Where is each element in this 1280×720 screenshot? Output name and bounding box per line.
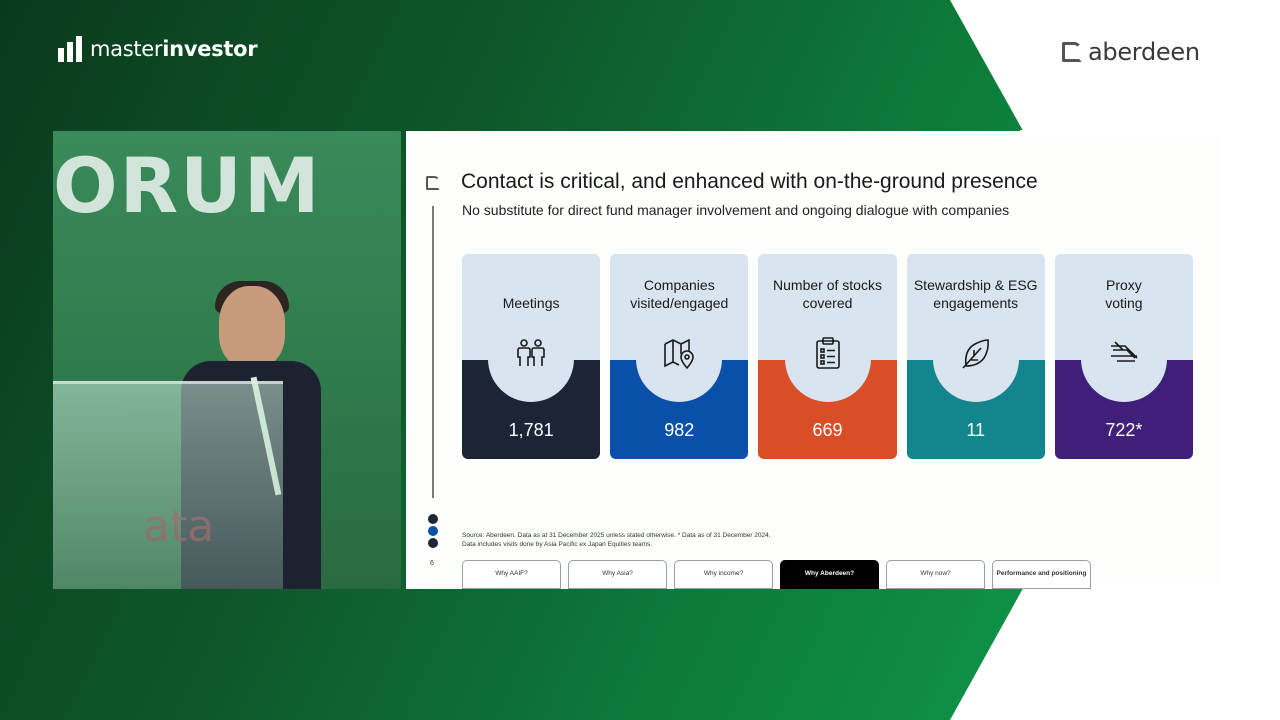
stat-card-label: Meetings [502,295,560,311]
stat-card-value: 11 [966,420,986,440]
leaf-icon [962,339,989,369]
vote-hand-icon [1110,341,1138,362]
tab-performance-positioning[interactable]: Performance and positioning [992,560,1091,589]
slide-title: Contact is critical, and enhanced with o… [461,170,1038,193]
stat-card-stocks-covered: Number of stocks covered 669 [758,254,897,459]
progress-dot [428,538,438,548]
tab-why-aaif[interactable]: Why AAIF? [462,560,561,589]
presentation-slide: Contact is critical, and enhanced with o… [406,131,1220,589]
progress-dot-active [428,526,438,536]
slide-divider [432,206,434,498]
stat-card-value: 982 [664,420,695,440]
masterinvestor-wordmark: masterinvestor [90,37,258,61]
stat-card-label: Companies visited/engaged [630,277,729,311]
speaker-head [219,286,285,368]
source-line: Data includes visits done by Asia Pacifi… [462,541,653,548]
aberdeen-mark-icon [426,176,440,190]
map-pin-icon [664,338,695,370]
tab-why-now[interactable]: Why now? [886,560,985,589]
tab-why-aberdeen[interactable]: Why Aberdeen? [780,560,879,589]
progress-dot [428,514,438,524]
stat-card-label: Stewardship & ESG engagements [913,277,1038,311]
people-icon [517,339,545,366]
aberdeen-logo: aberdeen [1062,38,1200,66]
tab-why-income[interactable]: Why income? [674,560,773,589]
slide-subtitle: No substitute for direct fund manager in… [462,202,1010,218]
source-line: Source: Aberdeen. Data as at 31 December… [462,532,771,539]
source-note: Source: Aberdeen. Data as at 31 December… [462,531,771,549]
bar-chart-logo-icon [58,36,82,62]
stat-cards: Meetings 1,781 Companies visited/engaged … [462,254,1194,459]
slide-progress-dots [428,514,438,548]
tab-why-asia[interactable]: Why Asia? [568,560,667,589]
stat-card-label: Number of stocks covered [773,277,882,311]
stat-card-value: 669 [812,420,843,440]
stat-card-value: 1,781 [508,420,554,440]
stat-card-companies-visited: Companies visited/engaged 982 [610,254,749,459]
stat-card-label: Proxy voting [1105,277,1143,311]
page-number: 6 [430,560,434,567]
masterinvestor-logo: masterinvestor [58,35,258,63]
stat-card-value: 722* [1105,420,1143,440]
aberdeen-mark-icon [1062,42,1082,62]
stat-card-meetings: Meetings 1,781 [462,254,601,459]
backdrop-text: ORUM [53,141,322,230]
clipboard-list-icon [815,337,840,369]
speaker-video-feed: ORUM ata [53,131,401,589]
stat-card-proxy-voting: Proxy voting 722* [1054,254,1194,459]
podium [53,381,283,589]
aberdeen-wordmark: aberdeen [1088,38,1200,66]
stat-card-stewardship-esg: Stewardship & ESG engagements 11 [906,254,1045,459]
slide-nav-tabs: Why AAIF? Why Asia? Why income? Why Aber… [462,560,1091,589]
